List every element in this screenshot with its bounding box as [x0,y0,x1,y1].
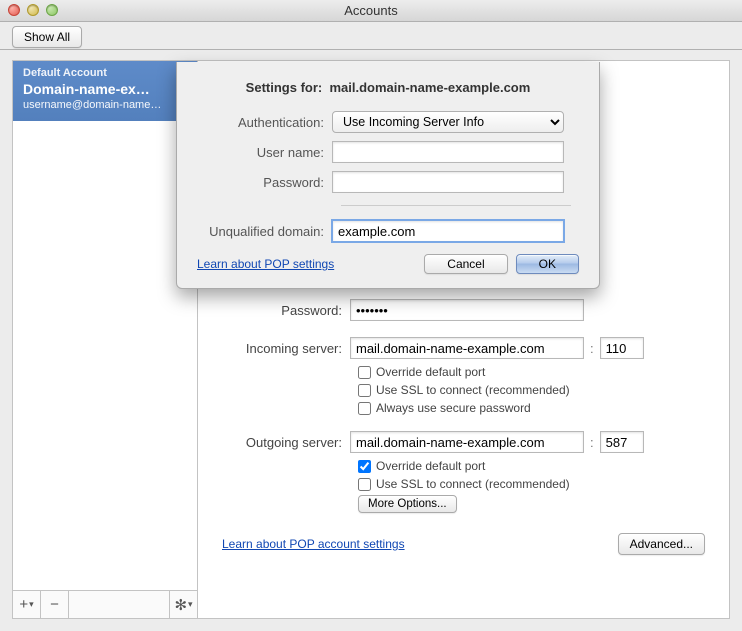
outgoing-port-field[interactable] [600,431,644,453]
main-footer: Learn about POP account settings Advance… [222,533,705,555]
unqualified-domain-label: Unqualified domain: [197,224,332,239]
outgoing-ssl-checkbox[interactable] [358,478,371,491]
account-email: username@domain-name… [23,99,187,111]
unqualified-domain-row: Unqualified domain: [197,220,579,242]
unqualified-domain-field[interactable] [332,220,564,242]
remove-account-button[interactable]: − [41,591,69,618]
authentication-row: Authentication: Use Incoming Server Info [197,111,579,133]
show-all-button[interactable]: Show All [12,26,82,48]
port-separator: : [584,435,600,450]
override-port-label: Override default port [376,459,485,473]
username-row: User name: [197,141,579,163]
username-label: User name: [197,145,332,160]
default-account-label: Default Account [23,67,187,79]
outgoing-ssl-row: Use SSL to connect (recommended) [358,477,705,491]
incoming-override-port-checkbox[interactable] [358,366,371,379]
username-field[interactable] [332,141,564,163]
gear-button[interactable]: ✻ ▾ [169,591,197,618]
outgoing-override-port-checkbox[interactable] [358,460,371,473]
sheet-password-label: Password: [197,175,332,190]
accounts-window: Accounts Show All Default Account Domain… [0,0,742,631]
sheet-password-field[interactable] [332,171,564,193]
settings-for-value: mail.domain-name-example.com [329,80,530,95]
secure-password-checkbox[interactable] [358,402,371,415]
password-row: Password: [222,299,705,321]
incoming-port-field[interactable] [600,337,644,359]
incoming-ssl-row: Use SSL to connect (recommended) [358,383,705,397]
sheet-footer: Learn about POP settings Cancel OK [197,254,579,274]
settings-for-label: Settings for: [246,80,323,95]
ok-button[interactable]: OK [516,254,579,274]
learn-pop-settings-link[interactable]: Learn about POP settings [197,257,334,271]
accounts-sidebar: Default Account Domain-name-ex… username… [13,61,198,590]
outgoing-settings-sheet: Settings for: mail.domain-name-example.c… [176,62,600,289]
incoming-override-port-row: Override default port [358,365,705,379]
close-icon[interactable] [8,4,20,16]
outgoing-server-label: Outgoing server: [222,435,350,450]
incoming-ssl-checkbox[interactable] [358,384,371,397]
secure-password-row: Always use secure password [358,401,705,415]
port-separator: : [584,341,600,356]
add-account-button[interactable]: + ▾ [13,591,41,618]
password-field[interactable] [350,299,584,321]
incoming-server-field[interactable] [350,337,584,359]
zoom-icon[interactable] [46,4,58,16]
outgoing-server-field[interactable] [350,431,584,453]
toolbar: Show All [0,22,742,50]
incoming-row: Incoming server: : [222,337,705,359]
advanced-button[interactable]: Advanced... [618,533,705,555]
more-options-row: More Options... [358,495,705,513]
gear-icon: ✻ [174,596,187,614]
sheet-heading: Settings for: mail.domain-name-example.c… [197,80,579,95]
secure-password-label: Always use secure password [376,401,531,415]
traffic-lights [8,4,58,16]
outgoing-row: Outgoing server: : [222,431,705,453]
divider [341,205,571,206]
password-label: Password: [222,303,350,318]
sheet-password-row: Password: [197,171,579,193]
minimize-icon[interactable] [27,4,39,16]
plus-icon: + [19,596,28,613]
titlebar: Accounts [0,0,742,22]
outgoing-override-port-row: Override default port [358,459,705,473]
account-name: Domain-name-ex… [23,81,187,97]
sidebar-account-item[interactable]: Default Account Domain-name-ex… username… [13,61,197,121]
override-port-label: Override default port [376,365,485,379]
dropdown-icon: ▾ [188,599,193,610]
use-ssl-label: Use SSL to connect (recommended) [376,383,570,397]
authentication-select[interactable]: Use Incoming Server Info [332,111,564,133]
cancel-button[interactable]: Cancel [424,254,507,274]
sidebar-footer: + ▾ − ✻ ▾ [13,590,198,618]
window-title: Accounts [344,3,397,18]
incoming-server-label: Incoming server: [222,341,350,356]
more-options-button[interactable]: More Options... [358,495,457,513]
authentication-label: Authentication: [197,115,332,130]
learn-pop-account-link[interactable]: Learn about POP account settings [222,537,405,551]
dropdown-icon: ▾ [29,599,34,610]
use-ssl-label: Use SSL to connect (recommended) [376,477,570,491]
